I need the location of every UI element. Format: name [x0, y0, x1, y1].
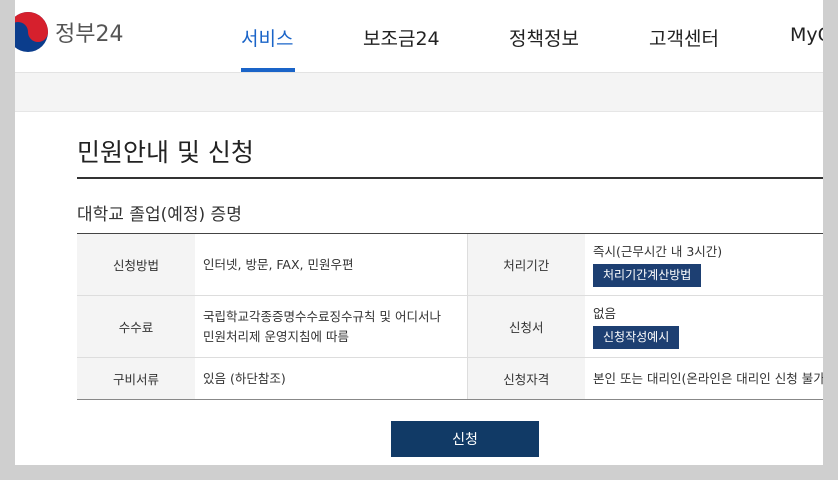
- nav-item-service[interactable]: 서비스: [241, 24, 293, 51]
- label-period: 처리기간: [466, 234, 585, 296]
- value-fee-line1: 국립학교각종증명수수료징수규칙 및 어디서나: [203, 308, 441, 324]
- header: 정부24 서비스 보조금24 정책정보 고객센터 MyGO: [15, 0, 823, 73]
- page: 정부24 서비스 보조금24 정책정보 고객센터 MyGO 민원안내 및 신청 …: [15, 0, 823, 465]
- cell-period: 즉시(근무시간 내 3시간) 처리기간계산방법: [585, 234, 823, 296]
- table-row: 구비서류 있음 (하단참조) 신청자격 본인 또는 대리인(온라인은 대리인 신…: [77, 357, 823, 399]
- period-calc-button[interactable]: 처리기간계산방법: [593, 264, 702, 287]
- nav-item-subsidy24[interactable]: 보조금24: [363, 24, 440, 51]
- title-divider: [77, 177, 823, 179]
- sub-bar: [15, 73, 823, 112]
- apply-button[interactable]: 신청: [391, 421, 539, 457]
- value-eligibility: 본인 또는 대리인(온라인은 대리인 신청 불가): [593, 370, 823, 386]
- label-form: 신청서: [466, 295, 585, 358]
- table-row: 신청방법 인터넷, 방문, FAX, 민원우편 처리기간 즉시(근무시간 내 3…: [77, 234, 823, 296]
- table-row: 수수료 국립학교각종증명수수료징수규칙 및 어디서나 민원처리제 운영지침에 따…: [77, 295, 823, 358]
- value-form: 없음: [593, 306, 617, 321]
- value-fee-line2: 민원처리제 운영지침에 따름: [203, 328, 349, 344]
- service-title: 대학교 졸업(예정) 증명: [77, 205, 242, 225]
- label-documents: 구비서류: [77, 357, 195, 399]
- page-title: 민원안내 및 신청: [77, 138, 254, 167]
- value-documents: 있음 (하단참조): [203, 370, 286, 386]
- info-table: 신청방법 인터넷, 방문, FAX, 민원우편 처리기간 즉시(근무시간 내 3…: [77, 233, 823, 400]
- cell-fee: 국립학교각종증명수수료징수규칙 및 어디서나 민원처리제 운영지침에 따름: [195, 295, 467, 358]
- cell-form: 없음 신청작성예시: [585, 295, 823, 358]
- nav-active-underline: [241, 68, 295, 72]
- label-fee: 수수료: [77, 295, 195, 358]
- label-method: 신청방법: [77, 234, 195, 296]
- nav-item-mygov[interactable]: MyGO: [790, 24, 823, 46]
- label-eligibility: 신청자격: [466, 357, 585, 399]
- value-period: 즉시(근무시간 내 3시간): [593, 244, 723, 259]
- main-nav: 서비스 보조금24 정책정보 고객센터 MyGO: [15, 0, 823, 72]
- nav-item-policy[interactable]: 정책정보: [509, 24, 579, 51]
- value-method: 인터넷, 방문, FAX, 민원우편: [195, 234, 467, 296]
- nav-item-customer-center[interactable]: 고객센터: [649, 24, 719, 51]
- form-example-button[interactable]: 신청작성예시: [593, 326, 680, 349]
